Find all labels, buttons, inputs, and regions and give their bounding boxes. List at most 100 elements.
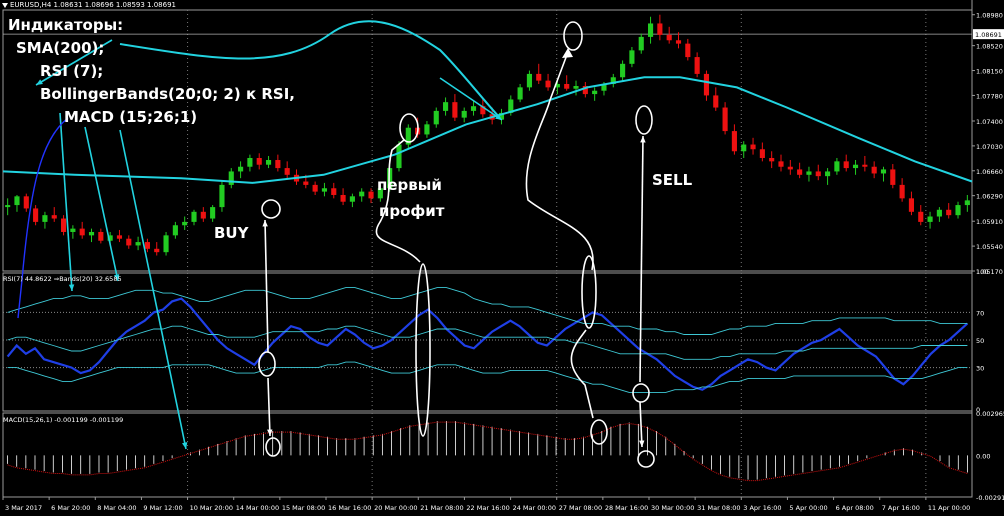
x-tick-label: 5 Apr 00:00 — [789, 504, 827, 512]
candle-body — [424, 124, 430, 135]
candle-body — [918, 211, 924, 222]
candle-body — [871, 166, 877, 174]
triangle-down-icon[interactable] — [2, 2, 8, 8]
candle-body — [163, 235, 169, 253]
candle-body — [899, 184, 905, 199]
candle-body — [880, 169, 887, 174]
candle-body — [964, 200, 970, 206]
sell-arrow-up-head — [640, 136, 646, 143]
candle-body — [666, 34, 672, 41]
candle-body — [126, 238, 132, 246]
candle-body — [88, 231, 95, 236]
rsi-tick-label: 70 — [976, 309, 984, 317]
candle-body — [936, 209, 942, 217]
candle-body — [573, 86, 579, 89]
candle-body — [787, 166, 793, 170]
candle-body — [172, 225, 178, 236]
candle-body — [433, 110, 439, 125]
x-tick-label: 15 Mar 08:00 — [282, 504, 325, 512]
candle-body — [340, 194, 346, 202]
candle-body — [79, 228, 85, 236]
candle-body — [731, 131, 737, 152]
buy-arrow-up-head — [262, 220, 268, 227]
candle-body — [564, 83, 570, 89]
candle-body — [703, 73, 710, 96]
x-tick-label: 3 Apr 16:00 — [743, 504, 781, 512]
candle-body — [815, 171, 821, 177]
candle-body — [517, 87, 523, 100]
candle-body — [657, 23, 663, 35]
candle-body — [219, 184, 225, 208]
candle-body — [321, 188, 328, 192]
sell-arrow-down — [639, 401, 643, 448]
candle-body — [182, 221, 188, 226]
candle-body — [312, 184, 318, 192]
candle-body — [396, 144, 402, 169]
candle-body — [443, 102, 449, 111]
candle-body — [61, 218, 67, 232]
profit-rsi-ellipse — [415, 263, 431, 437]
candle-body — [629, 50, 635, 64]
x-tick-label: 20 Mar 00:00 — [374, 504, 417, 512]
candle-body — [461, 110, 467, 118]
profit-label-line1: первый — [377, 176, 442, 194]
chart-header: EURUSD,H4 1.08631 1.08696 1.08593 1.0869… — [2, 1, 176, 9]
x-tick-label: 9 Mar 12:00 — [143, 504, 182, 512]
candle-body — [368, 191, 374, 199]
candle-body — [545, 80, 551, 88]
candle-body — [722, 107, 728, 132]
candle-body — [536, 73, 542, 81]
rsi-title: RSI(7) 44.8622 ⇒Bands(20) 32.6585 — [3, 275, 122, 283]
sell-rsi-circle — [632, 383, 650, 403]
panel-frame-1 — [2, 272, 973, 412]
x-tick-label: 3 Mar 2017 — [5, 504, 42, 512]
macd-signal-line — [7, 421, 968, 482]
sell-arrow-up — [639, 135, 644, 383]
candle-body — [331, 188, 337, 195]
candle-body — [834, 161, 840, 172]
bb-pointer — [84, 126, 119, 282]
candle-body — [908, 198, 914, 212]
sell-top-macd-circle — [590, 419, 608, 445]
x-tick-label: 8 Mar 04:00 — [97, 504, 136, 512]
candle-body — [806, 171, 812, 175]
candle-body — [862, 164, 868, 167]
candle-body — [14, 196, 20, 206]
macd-title: MACD(15,26,1) -0.001199 -0.001199 — [3, 416, 124, 424]
candle-body — [284, 168, 290, 175]
candle-body — [256, 157, 262, 165]
candle-body — [955, 205, 961, 216]
x-tick-label: 24 Mar 00:00 — [513, 504, 556, 512]
candle-body — [238, 166, 244, 172]
candle-body — [713, 95, 719, 108]
candle-body — [647, 23, 654, 37]
sell-top-circle — [563, 21, 583, 51]
buy-arrow-down — [267, 377, 271, 437]
legend-rsi: RSI (7); — [40, 62, 104, 80]
candle-body — [349, 196, 355, 202]
x-tick-label: 22 Mar 16:00 — [466, 504, 509, 512]
candle-body — [116, 235, 123, 239]
candle-body — [852, 164, 859, 169]
candle-body — [675, 40, 682, 44]
bollinger-band-line — [7, 361, 968, 393]
candle-body — [946, 209, 952, 216]
candle-body — [759, 149, 765, 158]
x-tick-label: 6 Apr 08:00 — [836, 504, 874, 512]
x-tick-label: 6 Mar 20:00 — [51, 504, 90, 512]
candle-body — [98, 231, 104, 241]
rsi-pointer-head — [68, 284, 75, 291]
candle-body — [303, 181, 309, 185]
sell-rsi-ellipse — [581, 255, 597, 329]
macd-tick-label: -0.002917 — [976, 494, 1004, 502]
candle-body — [144, 242, 150, 249]
buy-label: BUY — [214, 224, 249, 242]
chart-window: 3 Mar 2017 6 Mar 20:00 8 Mar 04:00 9 Mar 12… — [0, 0, 1004, 516]
sell-arrow-down-head — [638, 440, 645, 447]
candle-body — [592, 90, 598, 95]
x-tick-label: 30 Mar 00:00 — [651, 504, 694, 512]
x-tick-label: 10 Mar 20:00 — [190, 504, 233, 512]
indicator-legend: Индикаторы: SMA(200); RSI (7); Bollinger… — [4, 14, 295, 129]
bollinger-band-line — [7, 287, 968, 335]
rsi-tick-label: 100 — [976, 268, 988, 276]
